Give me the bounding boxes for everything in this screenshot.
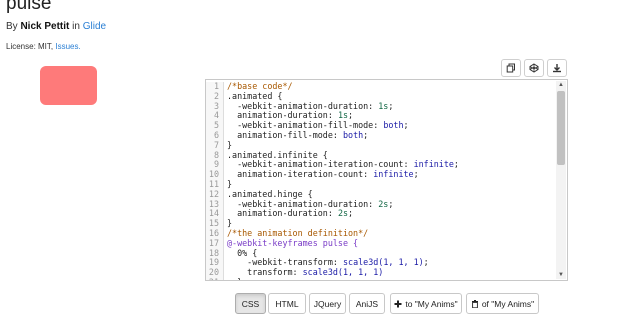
issues-link[interactable]: Issues. [55,42,80,51]
jquery-button-label: JQuery [313,298,342,309]
remove-from-my-anims-label: of "My Anims" [481,298,535,309]
html-button-label: HTML [275,298,299,309]
animation-demo-box [40,66,97,105]
page-title: pulse [6,0,52,14]
code-lines: 1/*base code*/2 .animated {3 -webkit-anim… [206,81,459,280]
plus-icon [394,300,402,307]
collection-link[interactable]: Glide [83,21,106,32]
remove-from-my-anims-button[interactable]: of "My Anims" [466,293,539,314]
line-number: 21 [206,277,224,280]
code-text: transform: scale3d(1, 1, 1) [227,267,384,278]
copy-icon [506,63,515,73]
code-line: 20 transform: scale3d(1, 1, 1) [206,267,459,278]
scroll-thumb[interactable] [557,91,565,165]
scroll-down-arrow-icon[interactable]: ▼ [557,271,565,279]
scroll-up-arrow-icon[interactable]: ▲ [557,81,565,89]
code-text: animation-fill-mode: both; [227,129,369,140]
anijs-button[interactable]: AniJS [349,293,385,314]
code-line: 10 animation-iteration-count: infinite; [206,169,459,180]
jquery-button[interactable]: JQuery [309,293,346,314]
code-line: 6 animation-fill-mode: both; [206,129,459,141]
by-label: By [6,21,18,32]
add-to-my-anims-label: to "My Anims" [405,298,458,309]
in-label: in [72,21,80,32]
codepen-button[interactable] [524,59,544,77]
editor-scrollbar[interactable]: ▲ ▼ [556,81,566,279]
code-text: } [224,277,242,280]
license-line: License: MIT, Issues. [6,42,81,51]
license-label: License: MIT, [6,42,54,51]
code-line: 21 } [206,277,459,280]
author-name: Nick Pettit [20,21,70,32]
byline: By Nick Pettit in Glide [6,21,106,32]
code-text: animation-iteration-count: infinite; [227,169,419,180]
codepen-icon [529,63,539,73]
code-line: 14 animation-duration: 2s; [206,208,459,220]
copy-button[interactable] [501,59,521,77]
code-text: animation-duration: 2s; [227,208,354,219]
download-button[interactable] [547,59,567,77]
css-button-label: CSS [241,298,260,309]
trash-icon [471,299,478,308]
download-icon [553,64,561,73]
anijs-button-label: AniJS [355,298,379,309]
code-editor[interactable]: 1/*base code*/2 .animated {3 -webkit-anim… [205,79,568,281]
add-to-my-anims-button[interactable]: to "My Anims" [390,293,462,314]
css-button[interactable]: CSS [235,293,266,314]
html-button[interactable]: HTML [268,293,306,314]
